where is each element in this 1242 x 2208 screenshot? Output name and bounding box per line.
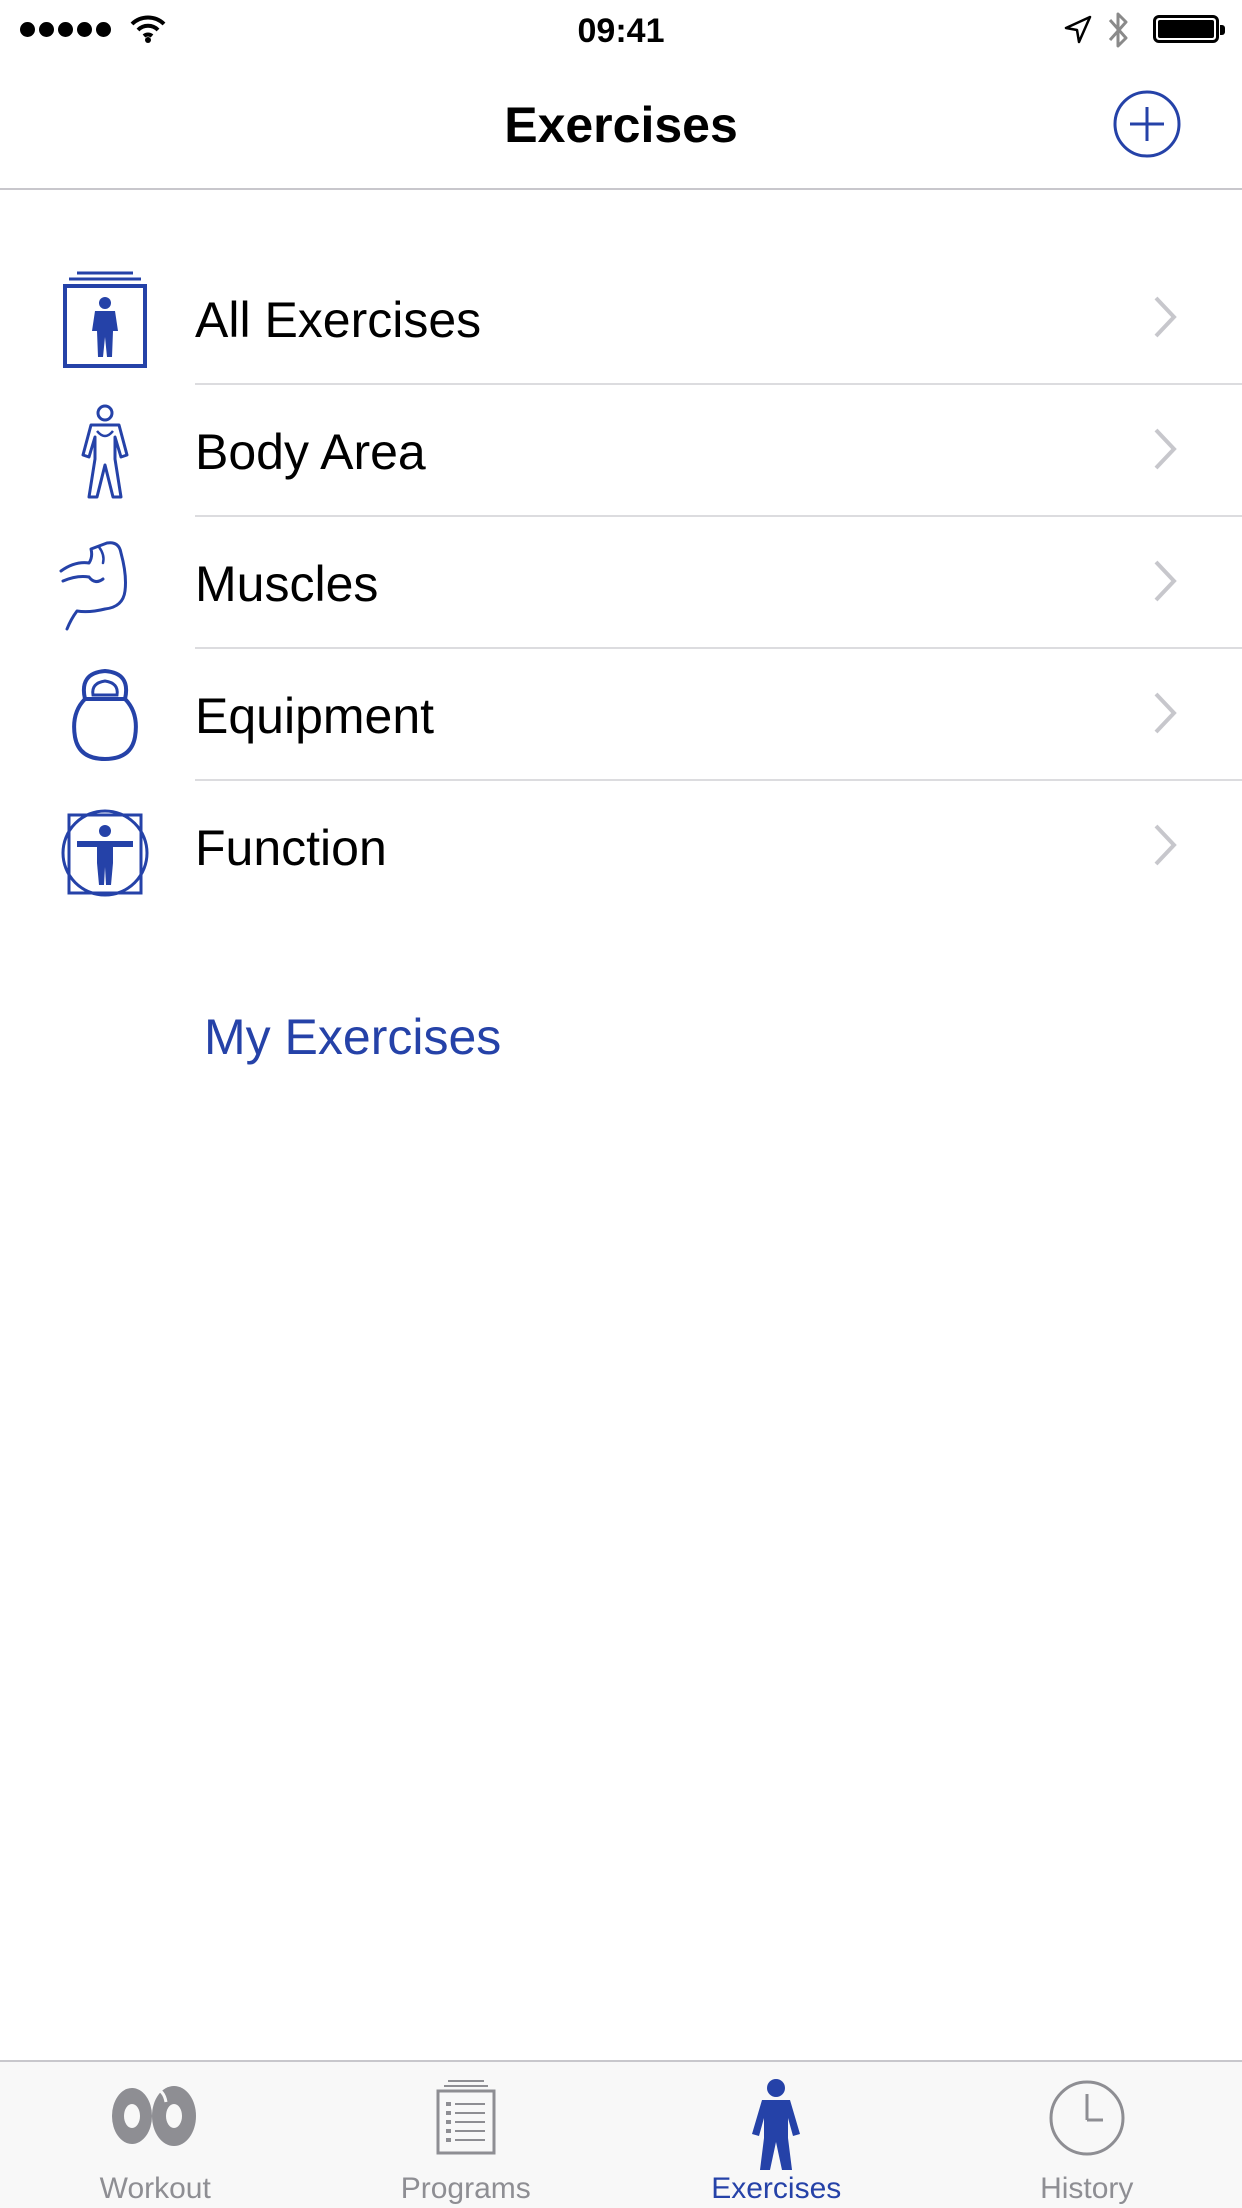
chevron-right-icon: [1154, 428, 1177, 470]
status-time: 09:41: [577, 12, 665, 50]
chevron-right-icon: [1154, 296, 1177, 338]
list-item-body-area[interactable]: Body Area: [0, 385, 1242, 517]
tab-exercises[interactable]: Exercises: [621, 2062, 932, 2208]
tab-history[interactable]: History: [932, 2062, 1242, 2208]
chevron-right-icon: [1154, 824, 1177, 866]
list-item-all-exercises[interactable]: All Exercises: [0, 253, 1242, 385]
tab-programs[interactable]: Programs: [311, 2062, 622, 2208]
person-icon: [752, 2079, 801, 2170]
muscle-icon: [59, 541, 127, 631]
tab-label: History: [1040, 2172, 1134, 2205]
list-item-label: Equipment: [195, 688, 435, 744]
tab-workout[interactable]: Workout: [0, 2062, 311, 2208]
location-arrow-icon: [1064, 15, 1092, 44]
status-bar: 09:41: [0, 0, 1242, 60]
tab-label: Workout: [99, 2172, 211, 2205]
weights-icon: [112, 2086, 197, 2146]
all-exercises-icon: [63, 271, 147, 368]
my-exercises-link[interactable]: My Exercises: [204, 1008, 501, 1066]
clipboard-list-icon: [436, 2080, 496, 2155]
clock-icon: [1049, 2080, 1125, 2156]
navigation-bar: Exercises: [0, 60, 1242, 190]
body-area-icon: [81, 404, 129, 499]
list-item-function[interactable]: Function: [0, 781, 1242, 913]
tab-label: Exercises: [711, 2172, 842, 2205]
bluetooth-icon: [1108, 12, 1128, 48]
tab-bar: Workout Programs Exercises History: [0, 2060, 1242, 2208]
category-list: All Exercises Body Area Muscles Equipmen…: [0, 253, 1242, 913]
tab-label: Programs: [400, 2172, 531, 2205]
list-item-label: All Exercises: [195, 292, 482, 348]
chevron-right-icon: [1154, 560, 1177, 602]
function-icon: [61, 809, 149, 897]
list-item-label: Body Area: [195, 424, 426, 480]
list-item-equipment[interactable]: Equipment: [0, 649, 1242, 781]
kettlebell-icon: [72, 668, 138, 762]
page-title: Exercises: [504, 97, 738, 153]
list-item-muscles[interactable]: Muscles: [0, 517, 1242, 649]
add-exercise-button[interactable]: [1112, 89, 1182, 159]
chevron-right-icon: [1154, 692, 1177, 734]
battery-fill: [1158, 20, 1214, 38]
battery-icon: [1153, 15, 1225, 43]
list-item-label: Muscles: [195, 556, 379, 612]
list-item-label: Function: [195, 820, 387, 876]
